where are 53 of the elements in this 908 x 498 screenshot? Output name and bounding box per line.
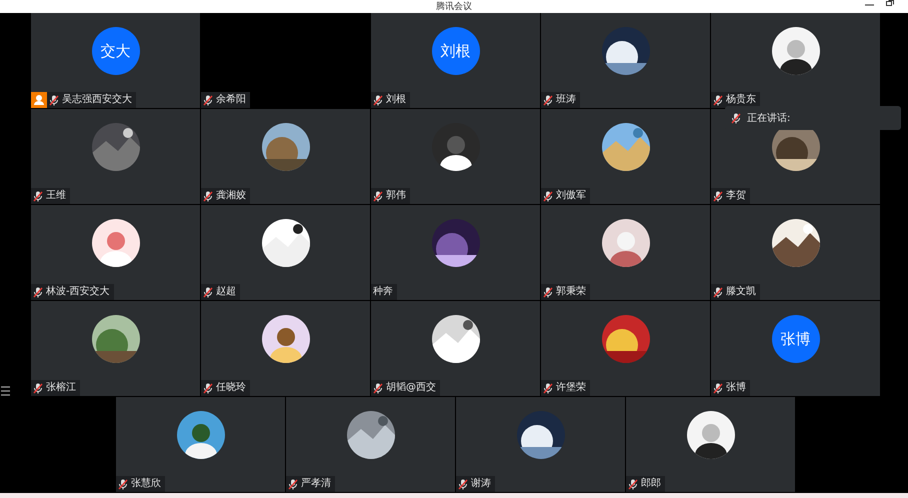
participant-name: 种奔	[371, 284, 397, 300]
participant-tile[interactable]: 班涛	[541, 13, 710, 108]
participant-tile[interactable]: 刘傲军	[541, 109, 710, 204]
participant-tile[interactable]: 林波-西安交大	[31, 205, 200, 300]
participant-tile[interactable]: 赵超	[201, 205, 370, 300]
participant-name: 郭伟	[371, 188, 410, 204]
restore-icon[interactable]	[886, 0, 894, 6]
participant-tile[interactable]: 交大 吴志强西安交大	[31, 13, 200, 108]
participant-name: 赵超	[201, 284, 240, 300]
participant-name: 许堡荣	[541, 380, 590, 396]
initials-avatar: 刘根	[432, 27, 480, 75]
participant-name: 谢涛	[456, 476, 495, 492]
participant-tile[interactable]: 刘根 刘根	[371, 13, 540, 108]
initials-avatar: 交大	[92, 27, 140, 75]
participant-name: 滕文凯	[711, 284, 760, 300]
participant-tile[interactable]: 胡韬@西交	[371, 301, 540, 396]
participant-name: 郭秉荣	[541, 284, 590, 300]
participant-tile[interactable]: 谢涛	[456, 397, 625, 492]
participant-tile[interactable]: 王维	[31, 109, 200, 204]
participant-tile[interactable]: 张慧欣	[116, 397, 285, 492]
participant-name: 班涛	[541, 92, 580, 108]
participant-tile[interactable]: 任晓玲	[201, 301, 370, 396]
participant-name: 严孝清	[286, 476, 335, 492]
initials-avatar: 张博	[772, 315, 820, 363]
participant-name: 刘根	[371, 92, 410, 108]
participant-tile[interactable]: 郎郎	[626, 397, 795, 492]
participant-name: 任晓玲	[201, 380, 250, 396]
participant-name: 林波-西安交大	[31, 284, 114, 300]
participant-tile[interactable]: 郭秉荣	[541, 205, 710, 300]
participant-tile[interactable]: 许堡荣	[541, 301, 710, 396]
participant-tile[interactable]: 龚湘姣	[201, 109, 370, 204]
participant-tile[interactable]: 滕文凯	[711, 205, 880, 300]
participant-tile[interactable]: 郭伟	[371, 109, 540, 204]
window-title: 腾讯会议	[436, 0, 472, 12]
participant-tile[interactable]: 杨贵东	[711, 13, 880, 108]
participant-name: 杨贵东	[711, 92, 760, 108]
participant-name: 吴志强西安交大	[47, 92, 136, 108]
participant-name: 刘傲军	[541, 188, 590, 204]
participant-name: 李贺	[711, 188, 750, 204]
participant-name: 龚湘姣	[201, 188, 250, 204]
speaking-label: 正在讲话:	[747, 112, 790, 125]
participant-tile[interactable]: 张榕江	[31, 301, 200, 396]
participant-name: 张慧欣	[116, 476, 165, 492]
participant-tile[interactable]: 严孝清	[286, 397, 455, 492]
participant-name: 郎郎	[626, 476, 665, 492]
menu-icon[interactable]	[1, 386, 10, 396]
participant-name: 张博	[711, 380, 750, 396]
participant-tile[interactable]: 种奔	[371, 205, 540, 300]
participant-name: 王维	[31, 188, 70, 204]
participant-tile[interactable]: 张博 张博	[711, 301, 880, 396]
participant-name: 余希阳	[201, 92, 250, 108]
participant-name: 张榕江	[31, 380, 80, 396]
participant-name: 胡韬@西交	[371, 380, 440, 396]
